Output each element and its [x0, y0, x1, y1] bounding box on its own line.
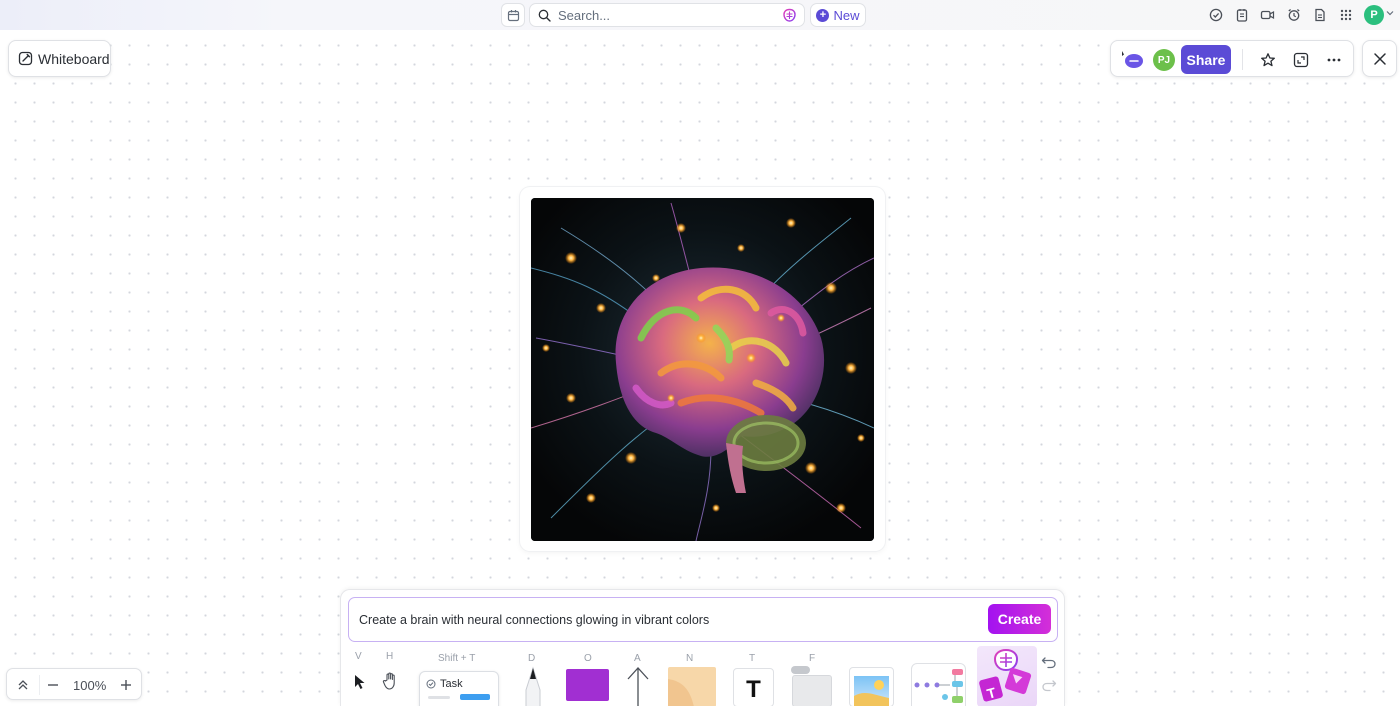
notepad-icon[interactable]	[1233, 6, 1250, 23]
create-button[interactable]: Create	[988, 604, 1051, 634]
bottom-toolbar-panel: Create a brain with neural connections g…	[340, 589, 1065, 706]
task-tool-label: Task	[440, 678, 463, 690]
zoom-control: 100%	[6, 668, 142, 700]
search-icon	[538, 9, 551, 22]
shortcut-label: D	[528, 653, 536, 664]
frame-tool-tab	[791, 666, 810, 674]
toolbar-divider	[1242, 49, 1243, 70]
plus-icon: +	[816, 8, 830, 22]
shortcut-label: A	[634, 653, 641, 664]
more-options-icon[interactable]	[1324, 50, 1343, 69]
pen-icon[interactable]	[521, 666, 545, 706]
diagram-tool[interactable]	[911, 663, 966, 706]
user-avatar[interactable]: P	[1364, 5, 1384, 25]
calendar-button[interactable]	[501, 3, 525, 27]
shortcut-label: V	[355, 651, 362, 662]
shortcut-label: H	[386, 651, 394, 662]
whiteboard-pen-icon	[18, 51, 33, 66]
share-button[interactable]: Share	[1181, 45, 1231, 74]
hand-icon[interactable]	[382, 671, 400, 696]
ai-brain-icon[interactable]	[782, 8, 797, 28]
star-icon[interactable]	[1258, 50, 1277, 69]
close-button[interactable]	[1362, 40, 1397, 77]
ai-prompt-input[interactable]: Create a brain with neural connections g…	[348, 597, 1058, 642]
generated-brain-image[interactable]	[531, 198, 874, 541]
frame-tool[interactable]	[792, 675, 832, 706]
shortcut-label: Shift + T	[438, 653, 476, 664]
arrow-up-icon[interactable]	[624, 665, 652, 706]
image-tool[interactable]	[849, 667, 894, 706]
redo-icon[interactable]	[1041, 677, 1057, 698]
top-icon-group	[1207, 6, 1354, 23]
image-icon	[854, 676, 889, 706]
whiteboard-view-label[interactable]: Whiteboard	[8, 40, 111, 77]
ai-generate-tool[interactable]: T	[977, 646, 1037, 706]
check-circle-icon	[426, 679, 436, 689]
video-icon[interactable]	[1259, 6, 1276, 23]
board-actions-toolbar: PJ Share	[1110, 40, 1354, 77]
zoom-out-icon[interactable]	[44, 676, 62, 694]
alarm-clock-icon[interactable]	[1285, 6, 1302, 23]
shortcut-label: T	[749, 653, 756, 664]
shortcut-label: O	[584, 653, 592, 664]
new-button[interactable]: + New	[810, 3, 866, 27]
ai-brain-icon: T	[979, 648, 1032, 702]
shortcut-label: F	[809, 653, 816, 664]
text-tool[interactable]: T	[733, 668, 774, 706]
fullscreen-icon[interactable]	[1291, 50, 1310, 69]
task-placeholder-line	[428, 696, 450, 699]
zoom-in-icon[interactable]	[117, 676, 135, 694]
search-input[interactable]: Search...	[529, 3, 805, 27]
chevron-down-icon[interactable]	[1386, 9, 1394, 17]
check-circle-icon[interactable]	[1207, 6, 1224, 23]
task-status-bar	[460, 694, 490, 700]
zoom-divider	[39, 675, 40, 695]
shortcut-label: N	[686, 653, 694, 664]
apps-grid-icon[interactable]	[1337, 6, 1354, 23]
collaborator-avatar[interactable]: PJ	[1153, 49, 1175, 71]
sticky-note-tool[interactable]	[668, 667, 716, 706]
search-placeholder: Search...	[558, 7, 611, 23]
close-icon	[1373, 52, 1386, 65]
new-button-label: New	[833, 7, 860, 23]
flowchart-icon	[914, 669, 963, 703]
document-icon[interactable]	[1311, 6, 1328, 23]
zoom-level: 100%	[73, 678, 107, 693]
undo-icon[interactable]	[1041, 654, 1057, 675]
top-bar: Search... + New P	[0, 0, 1400, 30]
select-cursor-icon[interactable]	[353, 674, 367, 695]
presence-cursor-icon[interactable]	[1121, 50, 1145, 75]
collapse-toolbar-icon[interactable]	[14, 676, 32, 694]
prompt-text[interactable]: Create a brain with neural connections g…	[359, 613, 709, 627]
calendar-icon	[507, 9, 519, 21]
shape-tool[interactable]	[566, 669, 609, 701]
task-tool[interactable]: Task	[419, 671, 499, 706]
view-title: Whiteboard	[38, 50, 110, 67]
generated-image-card[interactable]	[520, 187, 885, 551]
